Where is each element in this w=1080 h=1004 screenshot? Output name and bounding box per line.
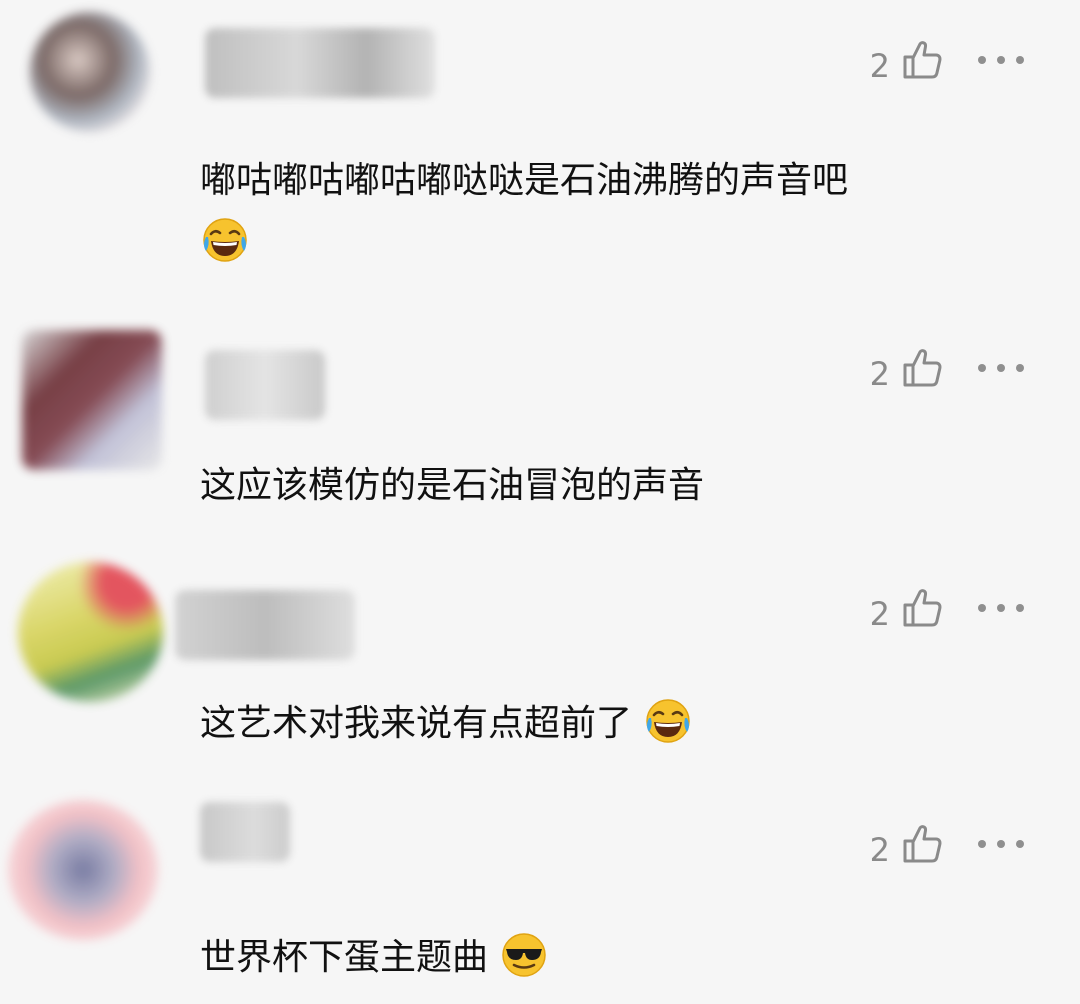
comment-item: 2 这应该模仿的是石油冒泡的声音 xyxy=(0,310,1080,540)
comment-body: 世界杯下蛋主题曲 xyxy=(200,937,489,978)
comment-actions: 2 xyxy=(869,348,1024,393)
like-count: 2 xyxy=(869,355,890,393)
like-button[interactable]: 2 xyxy=(869,588,942,633)
more-options-icon[interactable] xyxy=(978,837,1024,851)
avatar[interactable] xyxy=(18,562,163,702)
thumbs-up-icon xyxy=(902,40,942,80)
thumbs-up-icon xyxy=(902,824,942,864)
username-redacted[interactable] xyxy=(175,590,355,660)
comment-item: 2 世界杯下蛋主题曲 xyxy=(0,790,1080,1004)
more-options-icon[interactable] xyxy=(978,361,1024,375)
like-count: 2 xyxy=(869,47,890,85)
username-redacted[interactable] xyxy=(200,802,290,862)
comment-body: 这应该模仿的是石油冒泡的声音 xyxy=(200,465,705,506)
more-options-icon[interactable] xyxy=(978,601,1024,615)
thumbs-up-icon xyxy=(902,588,942,628)
like-button[interactable]: 2 xyxy=(869,824,942,869)
thumbs-up-icon xyxy=(902,348,942,388)
avatar[interactable] xyxy=(8,800,158,940)
comment-actions: 2 xyxy=(869,588,1024,633)
avatar[interactable] xyxy=(22,330,162,470)
laughing-tears-emoji xyxy=(200,215,250,265)
comment-actions: 2 xyxy=(869,40,1024,85)
username-redacted[interactable] xyxy=(205,28,435,98)
comment-item: 2 这艺术对我来说有点超前了 xyxy=(0,550,1080,780)
like-count: 2 xyxy=(869,595,890,633)
comment-body: 嘟咕嘟咕嘟咕嘟哒哒是石油沸腾的声音吧 xyxy=(200,160,849,201)
comment-item: 2 嘟咕嘟咕嘟咕嘟哒哒是石油沸腾的声音吧 xyxy=(0,0,1080,310)
like-button[interactable]: 2 xyxy=(869,40,942,85)
comment-text: 世界杯下蛋主题曲 xyxy=(200,927,1000,989)
avatar[interactable] xyxy=(30,12,150,132)
comment-body: 这艺术对我来说有点超前了 xyxy=(200,703,633,744)
comment-text: 嘟咕嘟咕嘟咕嘟哒哒是石油沸腾的声音吧 xyxy=(200,150,1000,274)
comment-text: 这艺术对我来说有点超前了 xyxy=(200,693,1000,755)
like-count: 2 xyxy=(869,831,890,869)
comment-text: 这应该模仿的是石油冒泡的声音 xyxy=(200,455,1000,517)
username-redacted[interactable] xyxy=(205,350,325,420)
laughing-tears-emoji xyxy=(643,696,693,746)
like-button[interactable]: 2 xyxy=(869,348,942,393)
comment-actions: 2 xyxy=(869,824,1024,869)
more-options-icon[interactable] xyxy=(978,53,1024,67)
sunglasses-emoji xyxy=(499,930,549,980)
